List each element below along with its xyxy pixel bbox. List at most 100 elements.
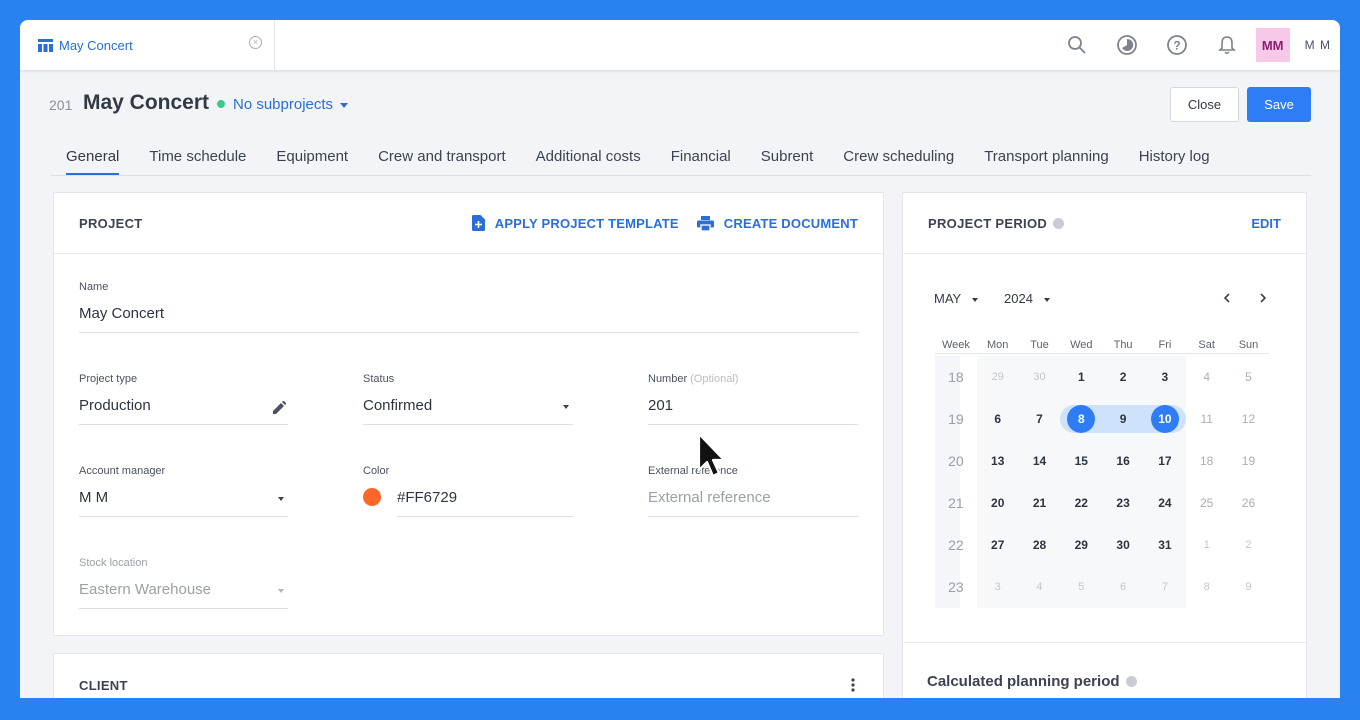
calculated-period-card: Calculated planning period xyxy=(902,642,1307,698)
notification-bell-icon[interactable] xyxy=(1202,20,1252,70)
calendar-day[interactable]: 29 xyxy=(1060,538,1102,552)
calendar-day[interactable]: 7 xyxy=(1019,412,1061,426)
calendar-day[interactable]: 11 xyxy=(1186,412,1228,426)
save-button[interactable]: Save xyxy=(1247,87,1311,122)
calendar-day[interactable]: 28 xyxy=(1019,538,1061,552)
pencil-edit-icon[interactable] xyxy=(273,401,286,414)
tab-crew-and-transport[interactable]: Crew and transport xyxy=(378,144,506,175)
calendar-day[interactable]: 23 xyxy=(1102,496,1144,510)
calendar-day[interactable]: 25 xyxy=(1186,496,1228,510)
more-vertical-icon[interactable] xyxy=(851,677,855,692)
status-dot xyxy=(217,100,225,108)
calendar-day[interactable]: 1 xyxy=(1186,539,1228,551)
calendar-day[interactable]: 21 xyxy=(1019,496,1061,510)
month-select[interactable]: MAY xyxy=(934,291,979,306)
chevron-right-icon[interactable] xyxy=(1259,293,1267,303)
create-document-button[interactable]: CREATE DOCUMENT xyxy=(696,215,858,231)
calendar-day[interactable]: 7 xyxy=(1144,581,1186,593)
name-field[interactable]: Name May Concert xyxy=(79,281,859,335)
color-hex-input[interactable]: #FF6729 xyxy=(397,485,573,517)
calendar-day[interactable]: 22 xyxy=(1060,496,1102,510)
calendar-day[interactable]: 6 xyxy=(1102,581,1144,593)
calendar-day[interactable]: 3 xyxy=(977,581,1019,593)
calendar-day[interactable]: 5 xyxy=(1060,581,1102,593)
tab-general[interactable]: General xyxy=(66,144,120,175)
calendar-day[interactable]: 12 xyxy=(1228,412,1270,426)
year-select[interactable]: 2024 xyxy=(1004,291,1050,306)
calendar-day-range-end[interactable]: 10 xyxy=(1144,405,1186,433)
page-title: May Concert xyxy=(83,91,210,114)
color-field[interactable]: Color #FF6729 xyxy=(363,465,573,519)
apply-template-button[interactable]: APPLY PROJECT TEMPLATE xyxy=(471,215,679,231)
calendar-day[interactable]: 4 xyxy=(1186,370,1228,384)
avatar[interactable]: MM xyxy=(1255,28,1290,62)
number-input[interactable]: 201 xyxy=(648,393,858,425)
calendar-day[interactable]: 30 xyxy=(1102,538,1144,552)
tab-subrent[interactable]: Subrent xyxy=(761,144,814,175)
calendar-day[interactable]: 9 xyxy=(1228,581,1270,593)
calendar-day[interactable]: 26 xyxy=(1228,496,1270,510)
calendar-day[interactable]: 19 xyxy=(1228,454,1270,468)
number-field[interactable]: Number (Optional) 201 xyxy=(648,373,858,427)
status-select[interactable]: Confirmed xyxy=(363,393,573,425)
tab-equipment[interactable]: Equipment xyxy=(276,144,348,175)
tab-financial[interactable]: Financial xyxy=(671,144,731,175)
stock-location-select[interactable]: Eastern Warehouse xyxy=(79,577,288,609)
stock-location-field[interactable]: Stock location Eastern Warehouse xyxy=(79,557,288,611)
external-reference-field[interactable]: External reference External reference xyxy=(648,465,858,519)
account-manager-field[interactable]: Account manager M M xyxy=(79,465,288,519)
tab-time-schedule[interactable]: Time schedule xyxy=(149,144,246,175)
calendar-day[interactable]: 17 xyxy=(1144,454,1186,468)
close-button[interactable]: Close xyxy=(1170,87,1239,122)
status-field[interactable]: Status Confirmed xyxy=(363,373,573,427)
edit-period-button[interactable]: EDIT xyxy=(1251,216,1281,231)
calendar-day[interactable]: 13 xyxy=(977,454,1019,468)
chevron-left-icon[interactable] xyxy=(1223,293,1231,303)
calendar-day[interactable]: 8 xyxy=(1186,581,1228,593)
color-swatch[interactable] xyxy=(363,488,381,506)
account-manager-value: M M xyxy=(79,489,109,506)
calendar-day[interactable]: 4 xyxy=(1019,581,1061,593)
help-icon[interactable]: ? xyxy=(1152,20,1202,70)
user-name[interactable]: M M xyxy=(1305,38,1331,52)
calendar-day[interactable]: 15 xyxy=(1060,454,1102,468)
project-type-field[interactable]: Project type Production xyxy=(79,373,288,427)
name-input[interactable]: May Concert xyxy=(79,301,859,333)
subprojects-dropdown[interactable]: No subprojects xyxy=(233,96,349,113)
app-window: May Concert × ? MM M M 201 May Concert N… xyxy=(20,20,1340,698)
calendar-day[interactable]: 27 xyxy=(977,538,1019,552)
tab-transport-planning[interactable]: Transport planning xyxy=(984,144,1109,175)
tab-history-log[interactable]: History log xyxy=(1139,144,1210,175)
week-number: 21 xyxy=(948,495,964,511)
project-tab[interactable]: May Concert × xyxy=(20,20,275,70)
calendar-day[interactable]: 3 xyxy=(1144,370,1186,384)
calendar-day[interactable]: 20 xyxy=(977,496,1019,510)
client-card: CLIENT xyxy=(53,653,884,698)
close-tab-icon[interactable]: × xyxy=(249,36,262,49)
calendar-day[interactable]: 24 xyxy=(1144,496,1186,510)
tab-additional-costs[interactable]: Additional costs xyxy=(536,144,641,175)
calendar-header: MAY 2024 xyxy=(934,288,1280,308)
calendar-day[interactable]: 2 xyxy=(1102,370,1144,384)
calendar-day[interactable]: 9 xyxy=(1102,412,1144,426)
timer-icon[interactable] xyxy=(1102,20,1152,70)
calendar-day[interactable]: 6 xyxy=(977,412,1019,426)
calendar-day[interactable]: 16 xyxy=(1102,454,1144,468)
svg-text:?: ? xyxy=(1173,39,1180,53)
calendar-day-range-start[interactable]: 8 xyxy=(1060,405,1102,433)
calendar-day[interactable]: 5 xyxy=(1228,370,1270,384)
color-picker[interactable]: #FF6729 xyxy=(363,485,573,517)
calendar-day[interactable]: 18 xyxy=(1186,454,1228,468)
calendar-day[interactable]: 31 xyxy=(1144,538,1186,552)
chevron-down-icon xyxy=(563,405,569,409)
project-type-input[interactable]: Production xyxy=(79,393,288,425)
account-manager-select[interactable]: M M xyxy=(79,485,288,517)
calendar-day[interactable]: 1 xyxy=(1060,370,1102,384)
external-reference-input[interactable]: External reference xyxy=(648,485,858,517)
search-icon[interactable] xyxy=(1052,20,1102,70)
calendar-day[interactable]: 30 xyxy=(1019,371,1061,383)
calendar-day[interactable]: 29 xyxy=(977,371,1019,383)
calendar-day[interactable]: 2 xyxy=(1228,539,1270,551)
tab-crew-scheduling[interactable]: Crew scheduling xyxy=(843,144,954,175)
calendar-day[interactable]: 14 xyxy=(1019,454,1061,468)
